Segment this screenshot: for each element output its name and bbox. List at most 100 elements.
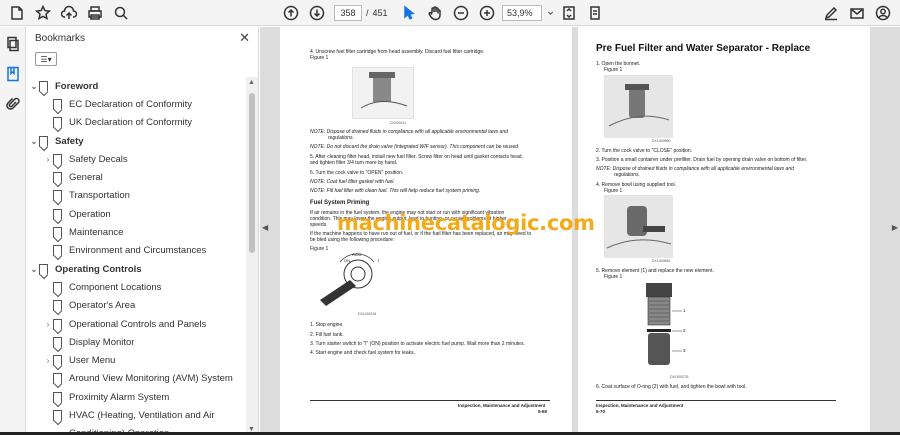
bookmark-item[interactable]: Transportation <box>27 187 245 205</box>
step-text: 2. Turn the cock valve to "CLOSE" positi… <box>596 148 693 154</box>
bookmark-item[interactable]: EC Declaration of Conformity <box>27 95 245 113</box>
page-down-icon[interactable] <box>304 0 330 26</box>
bookmark-item[interactable]: Component Locations <box>27 278 245 296</box>
bookmark-icon <box>53 373 62 385</box>
close-icon[interactable]: ✕ <box>239 31 250 45</box>
bookmark-item[interactable]: Environment and Circumstances <box>27 242 245 260</box>
bookmark-label: Foreword <box>55 80 99 92</box>
image-code: DX1400860 <box>652 139 671 143</box>
bookmark-label: Environment and Circumstances <box>69 245 207 257</box>
bookmark-label: Operating Controls <box>55 263 142 275</box>
step-text: 6. Coat surface of O-ring (2) with fuel,… <box>596 384 747 390</box>
bookmark-item[interactable]: › Safety Decals <box>27 150 245 168</box>
bookmark-icon <box>53 409 62 421</box>
footer-title: Inspection, Maintenance and Adjustment <box>596 403 684 408</box>
scroll-up-arrow[interactable]: ▲ <box>248 79 255 86</box>
bookmark-icon <box>39 263 48 275</box>
chevron-icon[interactable]: › <box>43 356 53 365</box>
star-icon[interactable] <box>30 0 56 26</box>
collapse-right-arrow[interactable]: ▶ <box>892 223 898 232</box>
zoom-level-field[interactable]: 53,9% <box>502 5 542 21</box>
callout-3: 3 <box>683 348 686 353</box>
bookmark-item[interactable]: ⌄ Operating Controls <box>27 260 245 278</box>
footer-rule <box>310 400 550 401</box>
paragraph-text: be bled using the following procedure: <box>310 237 395 243</box>
page-number-input[interactable]: 358 <box>334 5 362 21</box>
bookmark-item[interactable]: UK Declaration of Conformity <box>27 114 245 132</box>
pen-sign-icon[interactable] <box>818 0 844 26</box>
bookmark-label: UK Declaration of Conformity <box>69 117 193 129</box>
page-up-icon[interactable] <box>278 0 304 26</box>
bookmark-item[interactable]: Around View Monitoring (AVM) System <box>27 370 245 388</box>
bookmark-item[interactable]: Display Monitor <box>27 333 245 351</box>
fit-page-icon[interactable] <box>556 0 582 26</box>
zoom-search-icon[interactable] <box>108 0 134 26</box>
bookmark-item[interactable]: Maintenance <box>27 223 245 241</box>
image-code: DX1400861 <box>652 259 671 263</box>
key-switch-diagram: ACC ON I <box>314 252 398 310</box>
figure-label: Figure 1 <box>310 55 329 61</box>
step-6-text: 6. Turn the cock valve to "OPEN" positio… <box>310 170 404 176</box>
bookmark-icon <box>53 245 62 257</box>
bookmark-icon <box>53 153 62 165</box>
attachment-icon[interactable] <box>0 91 26 117</box>
bookmark-icon <box>53 336 62 348</box>
pages-thumbnail-icon[interactable] <box>0 31 26 57</box>
bookmark-label: General <box>69 172 103 184</box>
chevron-icon[interactable]: › <box>43 155 53 164</box>
collapse-left-arrow[interactable]: ◀ <box>262 223 268 232</box>
image-code: DX000111 <box>390 121 407 125</box>
step-text: 1. Stop engine. <box>310 322 344 328</box>
select-cursor-icon[interactable] <box>396 0 422 26</box>
bookmark-label: Component Locations <box>69 281 162 293</box>
zoom-out-icon[interactable] <box>448 0 474 26</box>
bookmark-item[interactable]: Proximity Alarm System <box>27 388 245 406</box>
bookmark-label: Operational Controls and Panels <box>69 318 207 330</box>
options-menu-button[interactable]: ☰▾ <box>35 52 57 66</box>
bookmark-icon <box>53 281 62 293</box>
scroll-mode-icon[interactable] <box>582 0 608 26</box>
bookmark-item[interactable]: › Operational Controls and Panels <box>27 315 245 333</box>
bookmark-item[interactable]: Operator's Area <box>27 297 245 315</box>
footer-rule <box>596 400 836 401</box>
bookmark-item[interactable]: ⌄ Foreword <box>27 77 245 95</box>
bookmark-item[interactable]: Operation <box>27 205 245 223</box>
print-icon[interactable] <box>82 0 108 26</box>
home-icon[interactable] <box>4 0 30 26</box>
bookmark-panel-icon[interactable] <box>0 61 26 87</box>
chevron-icon[interactable]: ⌄ <box>29 265 39 274</box>
pdf-viewer-app: 358 / 451 53,9% Bookmarks ✕ ☰▾ ⌄ Forewor… <box>0 0 900 435</box>
filter-element-diagram: 1 2 3 <box>632 281 692 373</box>
note-text: NOTE: Do not discard the drain valve (in… <box>310 144 520 150</box>
bookmark-item[interactable]: HVAC (Heating, Ventilation and Air <box>27 406 245 424</box>
bookmarks-scrollbar[interactable]: ▲ ▼ <box>246 77 258 435</box>
total-pages: 451 <box>372 8 388 18</box>
bonnet-image <box>604 75 673 138</box>
chevron-icon[interactable]: ⌄ <box>29 82 39 91</box>
bookmark-item[interactable]: ⌄ Safety <box>27 132 245 150</box>
bookmark-icon <box>53 227 62 239</box>
bookmark-label: Transportation <box>69 190 130 202</box>
scroll-thumb[interactable] <box>249 93 255 253</box>
step-text: 2. Fill fuel tank. <box>310 332 344 338</box>
note-text: NOTE: Coat fuel filter gasket with fuel. <box>310 179 395 185</box>
chevron-down-icon[interactable] <box>544 0 556 26</box>
hand-icon[interactable] <box>422 0 448 26</box>
chevron-icon[interactable]: › <box>43 320 53 329</box>
section-heading: Fuel System Priming <box>310 200 370 206</box>
bookmark-icon <box>53 117 62 129</box>
bookmark-label: Operator's Area <box>69 300 136 312</box>
bookmark-icon <box>53 318 62 330</box>
account-icon[interactable] <box>870 0 896 26</box>
key-on-label: ON <box>344 258 350 263</box>
bookmark-item[interactable]: › User Menu <box>27 351 245 369</box>
bookmark-item[interactable]: General <box>27 168 245 186</box>
mail-icon[interactable] <box>844 0 870 26</box>
bookmark-icon <box>53 172 62 184</box>
zoom-in-icon[interactable] <box>474 0 500 26</box>
upload-icon[interactable] <box>56 0 82 26</box>
bookmark-list: ⌄ Foreword EC Declaration of Conformity UK … <box>27 77 245 435</box>
chevron-icon[interactable]: ⌄ <box>29 137 39 146</box>
footer-page-number: 5-69 <box>538 409 548 414</box>
bookmark-icon <box>39 135 48 147</box>
